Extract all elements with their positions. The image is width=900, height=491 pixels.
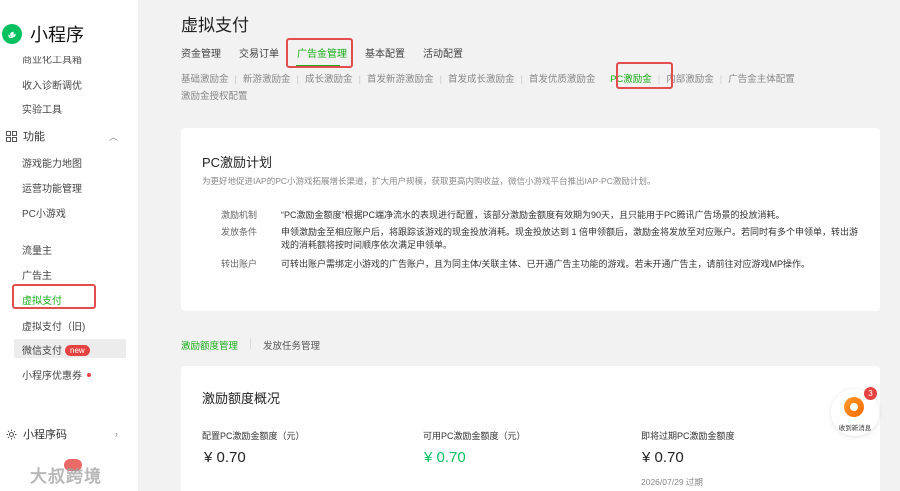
- overview-title: 激励额度概况: [202, 391, 281, 406]
- subtab-new-game-incentive[interactable]: 新游激励金: [243, 74, 291, 85]
- subnav-quota-management[interactable]: 激励额度管理: [181, 338, 238, 352]
- subtab-first-quality-incentive[interactable]: 首发优质激励金: [529, 74, 596, 85]
- sun-icon: [6, 429, 17, 439]
- tab-basic-config[interactable]: 基本配置: [365, 45, 405, 60]
- sidebar-section-qrcode[interactable]: 小程序码 ›: [6, 426, 118, 442]
- miniprogram-logo-icon: [2, 24, 22, 44]
- sidebar-item-virtual-payment-old[interactable]: 虚拟支付（旧): [22, 318, 85, 333]
- grid-icon: [6, 130, 17, 142]
- subtabs: 基础激励金 | 新游激励金 | 成长激励金 | 首发新游激励金 | 首发成长激励金 | 首发优质激励…: [181, 74, 795, 102]
- subtab-first-growth-incentive[interactable]: 首发成长激励金: [448, 74, 515, 85]
- incentive-overview-card: 激励额度概况 配置PC激励金额度（元） ¥ 0.70 可用PC激励金额度（元） …: [181, 366, 880, 491]
- app-title: 小程序: [30, 25, 84, 45]
- active-subtab-highlight: [616, 62, 673, 89]
- incentive-subnav: 激励额度管理 发放任务管理: [181, 338, 320, 352]
- subtab-growth-incentive[interactable]: 成长激励金: [305, 74, 353, 85]
- qrcode-label: 小程序码: [23, 429, 67, 441]
- rule-row-mechanism: 激励机制 “PC激励金额度”根据PC端净流水的表现进行配置，该部分激励金额度有效…: [221, 209, 871, 223]
- new-message-label: 收到新消息: [838, 425, 872, 432]
- rule-text: “PC激励金额度”根据PC端净流水的表现进行配置，该部分激励金额度有效期为90天…: [281, 210, 785, 220]
- sidebar-item-experiment-tools[interactable]: 实验工具: [22, 101, 62, 116]
- plan-subtitle: 为更好地促进IAP的PC小游戏拓展增长渠道，扩大用户规模，获取更高内购收益，微信…: [202, 176, 656, 186]
- sidebar-item-virtual-payment[interactable]: 虚拟支付: [22, 292, 62, 307]
- sidebar-item-game-ability-map[interactable]: 游戏能力地图: [22, 155, 82, 170]
- chevron-right-icon: ›: [115, 429, 118, 439]
- metric-configured-value: ¥ 0.70: [204, 449, 246, 466]
- rule-text: 申领激励金至相应账户后，将跟踪该游戏的现金投放消耗。现金投放达到 1 倍申领额后…: [281, 227, 859, 250]
- sidebar-item-coupon[interactable]: 小程序优惠券: [22, 367, 91, 382]
- message-icon: [844, 397, 864, 417]
- pc-incentive-plan-card: PC激励计划 为更好地促进IAP的PC小游戏拓展增长渠道，扩大用户规模，获取更高…: [181, 128, 880, 311]
- subtab-incentive-authorization-config[interactable]: 激励金授权配置: [181, 91, 248, 102]
- subtab-first-new-game-incentive[interactable]: 首发新游激励金: [367, 74, 434, 85]
- plan-title: PC激励计划: [202, 155, 273, 170]
- metric-expiring-note: 2026/07/29 过期: [641, 477, 703, 487]
- sidebar-item-commercial-toolbox[interactable]: 商业化工具箱: [22, 56, 82, 66]
- sidebar-section-label: 功能: [23, 131, 45, 143]
- sidebar-item-advertiser[interactable]: 广告主: [22, 267, 52, 282]
- page-title: 虚拟支付: [181, 16, 249, 35]
- message-count-badge: 3: [864, 387, 877, 400]
- rule-row-conditions: 发放条件 申领激励金至相应账户后，将跟踪该游戏的现金投放消耗。现金投放达到 1 …: [221, 226, 871, 254]
- chevron-up-icon: ︿: [108, 131, 118, 142]
- rule-text: 可转出账户需绑定小游戏的广告账户，且为同主体/关联主体、已开通广告主功能的游戏。…: [281, 259, 811, 269]
- rule-label: 激励机制: [221, 210, 258, 220]
- subnav-task-management[interactable]: 发放任务管理: [263, 338, 320, 352]
- subtab-ad-fund-entity-config[interactable]: 广告金主体配置: [728, 74, 795, 85]
- rule-row-transfer-account: 转出账户 可转出账户需绑定小游戏的广告账户，且为同主体/关联主体、已开通广告主功…: [221, 258, 871, 272]
- sidebar-item-revenue-diagnosis[interactable]: 收入诊断调优: [22, 77, 82, 92]
- red-dot-icon: [87, 373, 91, 377]
- metric-available-value: ¥ 0.70: [424, 449, 466, 466]
- subtab-basic-incentive[interactable]: 基础激励金: [181, 74, 229, 85]
- active-tab-highlight: [286, 38, 353, 68]
- rule-label: 发放条件: [221, 227, 258, 237]
- tab-orders[interactable]: 交易订单: [239, 45, 279, 60]
- metric-expiring-label: 即将过期PC激励金额度: [641, 431, 735, 441]
- rule-label: 转出账户: [221, 259, 258, 269]
- sidebar-section-features[interactable]: 功能 ︿: [6, 128, 118, 144]
- metric-configured-label: 配置PC激励金额度（元）: [202, 431, 305, 441]
- sidebar-item-traffic-master[interactable]: 流量主: [22, 242, 52, 257]
- new-message-widget[interactable]: 3 收到新消息: [831, 387, 879, 436]
- coupon-label: 小程序优惠券: [22, 371, 82, 382]
- app-logo[interactable]: 小程序: [0, 20, 138, 48]
- tab-fund-management[interactable]: 资金管理: [181, 45, 221, 60]
- new-badge: new: [65, 345, 90, 356]
- watermark: 大叔跨境: [30, 467, 102, 486]
- sidebar-item-wechat-pay[interactable]: 微信支付 new: [22, 342, 90, 357]
- wechat-pay-label: 微信支付: [22, 346, 62, 357]
- sidebar-item-pc-minigame[interactable]: PC小游戏: [22, 205, 66, 220]
- tab-activity-config[interactable]: 活动配置: [423, 45, 463, 60]
- sidebar: 小程序 商业化工具箱 收入诊断调优 实验工具 功能 ︿ 游戏能力地图 运营功能管…: [0, 0, 138, 491]
- sidebar-item-operation-management[interactable]: 运营功能管理: [22, 180, 82, 195]
- subtab-internal-incentive[interactable]: 内部激励金: [666, 74, 714, 85]
- metric-expiring-value: ¥ 0.70: [642, 449, 684, 466]
- metric-available-label: 可用PC激励金额度（元）: [423, 431, 526, 441]
- subnav-divider: [250, 338, 252, 349]
